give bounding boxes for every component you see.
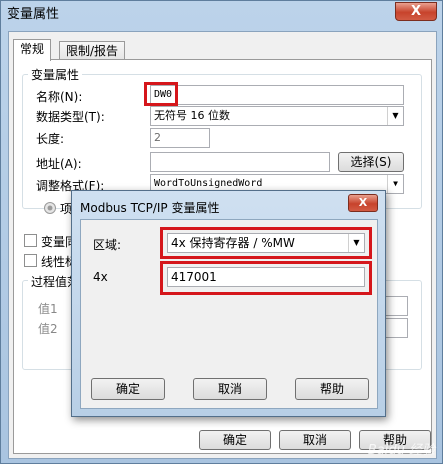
main-ok-button[interactable]: 确定 [199, 430, 271, 450]
chevron-down-icon: ▼ [387, 175, 403, 193]
name-label: 名称(N): [36, 90, 83, 104]
modbus-ok-button[interactable]: 确定 [91, 378, 165, 400]
item-radio[interactable] [44, 202, 56, 214]
address-label: 地址(A): [36, 157, 82, 171]
window-close-button[interactable]: X [395, 2, 437, 21]
variable-sync-checkbox[interactable] [24, 234, 37, 247]
name-input[interactable]: DW0 [150, 85, 404, 105]
chevron-down-icon: ▼ [387, 107, 403, 125]
data-type-label: 数据类型(T): [36, 110, 105, 124]
adjust-format-value: WordToUnsignedWord [154, 178, 263, 189]
main-cancel-button[interactable]: 取消 [279, 430, 351, 450]
variable-properties-group-title: 变量属性 [28, 66, 83, 83]
modbus-close-button[interactable]: X [348, 194, 378, 212]
area-label: 区域: [93, 238, 122, 252]
modbus-cancel-button[interactable]: 取消 [193, 378, 267, 400]
tab-general[interactable]: 常规 [13, 39, 52, 61]
area-highlight-box [160, 227, 372, 259]
linear-scale-checkbox[interactable] [24, 254, 37, 267]
value1-label: 值1 [38, 302, 58, 316]
modbus-help-button[interactable]: 帮助 [295, 378, 369, 400]
length-label: 长度: [36, 132, 65, 146]
address-4x-label: 4x [93, 270, 108, 284]
window-title: 变量属性 [7, 7, 60, 22]
modbus-dialog-title: Modbus TCP/IP 变量属性 [80, 201, 220, 215]
modbus-dialog-client: 区域: 4x 保持寄存器 / %MW ▼ 4x 417001 确定 取消 帮助 [80, 219, 378, 409]
length-input: 2 [150, 128, 210, 148]
select-button[interactable]: 选择(S) [338, 152, 404, 172]
address-input[interactable] [150, 152, 330, 172]
address-highlight-box [160, 261, 372, 295]
tab-limits-report[interactable]: 限制/报告 [59, 41, 126, 61]
data-type-value: 无符号 16 位数 [154, 109, 230, 122]
value2-label: 值2 [38, 322, 58, 336]
data-type-select[interactable]: 无符号 16 位数 ▼ [150, 106, 404, 126]
modbus-properties-dialog: Modbus TCP/IP 变量属性 X 区域: 4x 保持寄存器 / %MW … [71, 190, 386, 417]
name-highlight-box [144, 82, 178, 106]
baidu-watermark: Baidu 经验 [367, 443, 435, 458]
